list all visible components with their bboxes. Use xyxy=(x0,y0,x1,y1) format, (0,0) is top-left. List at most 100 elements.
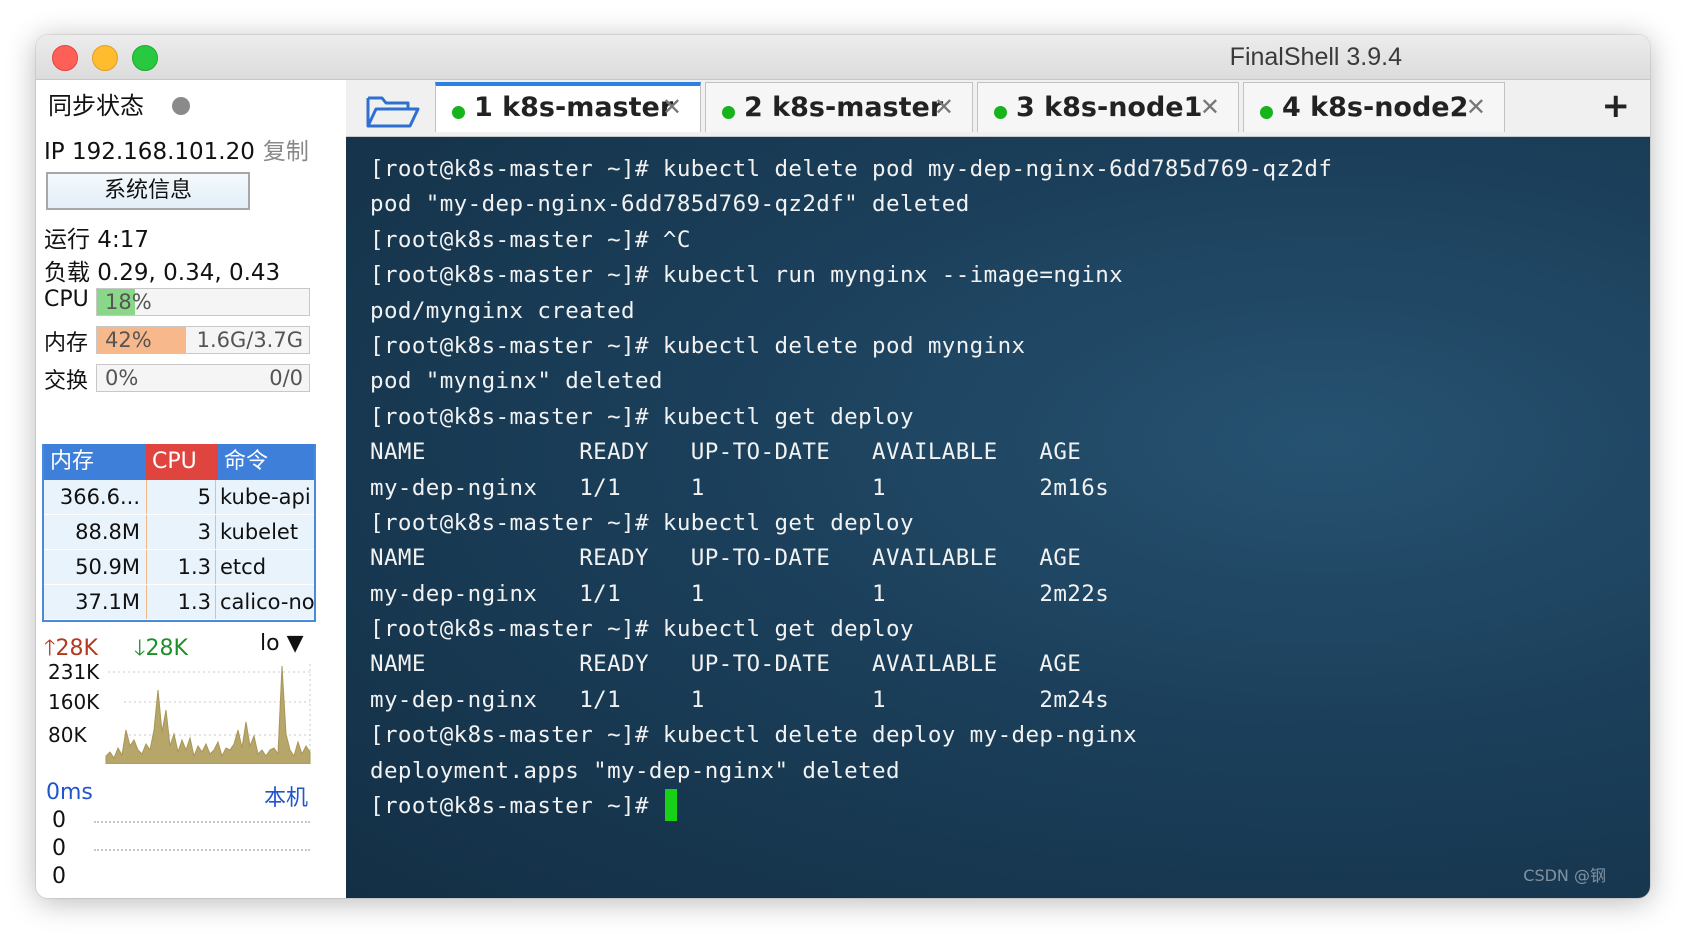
terminal-line: [root@k8s-master ~]# kubectl run mynginx… xyxy=(370,262,1124,289)
close-tab-icon[interactable]: ✕ xyxy=(934,93,954,121)
network-interface-value: lo xyxy=(260,631,280,656)
sort-by-command-header[interactable]: 命令 xyxy=(218,444,314,480)
swap-percent: 0% xyxy=(105,366,139,390)
zoom-window-button[interactable] xyxy=(132,45,158,71)
swap-detail: 0/0 xyxy=(269,366,303,390)
connected-status-icon xyxy=(722,106,735,119)
ping-latency: 0ms xyxy=(46,780,93,805)
sort-by-cpu-header[interactable]: CPU xyxy=(146,444,218,480)
process-command: kube-api xyxy=(220,485,311,509)
terminal-line: [root@k8s-master ~]# kubectl delete pod … xyxy=(370,156,1333,182)
terminal-line: [root@k8s-master ~]# kubectl get deploy xyxy=(370,509,914,536)
close-window-button[interactable] xyxy=(52,45,78,71)
minimize-window-button[interactable] xyxy=(92,45,118,71)
process-command: calico-no. xyxy=(220,590,314,614)
process-memory: 366.6... xyxy=(44,480,147,514)
ip-address: IP 192.168.101.20 xyxy=(44,139,255,165)
load-average-text: 负载 0.29, 0.34, 0.43 xyxy=(44,260,281,286)
terminal-line: pod/mynginx created xyxy=(370,297,635,324)
process-cpu: 3 xyxy=(147,515,216,549)
sync-status-indicator xyxy=(172,97,190,115)
process-command: etcd xyxy=(220,555,267,579)
sort-by-memory-header[interactable]: 内存 xyxy=(44,444,146,480)
connected-status-icon xyxy=(994,106,1007,119)
network-traffic-graph xyxy=(105,664,311,764)
upload-rate-value: 28K xyxy=(55,636,98,661)
sync-status-label: 同步状态 xyxy=(48,92,144,120)
tab-2-k8s-master[interactable]: 2 k8s-master ✕ xyxy=(705,82,973,132)
terminal-line: [root@k8s-master ~]# kubectl get deploy xyxy=(370,616,914,643)
memory-detail: 1.6G/3.7G xyxy=(196,328,303,352)
terminal-pane[interactable]: [root@k8s-master ~]# kubectl delete pod … xyxy=(346,137,1650,898)
terminal-line: [root@k8s-master ~]# xyxy=(370,788,1332,824)
terminal-line: [root@k8s-master ~]# ^C xyxy=(370,226,691,253)
terminal-line: my-dep-nginx 1/1 1 1 2m22s xyxy=(370,580,1110,607)
process-table-header: 内存 CPU 命令 xyxy=(44,444,314,480)
window-title: FinalShell 3.9.4 xyxy=(1229,43,1402,71)
process-memory: 88.8M xyxy=(44,515,147,549)
terminal-line: pod "mynginx" deleted xyxy=(370,368,663,395)
title-bar: FinalShell 3.9.4 xyxy=(36,35,1650,80)
terminal-line: my-dep-nginx 1/1 1 1 2m16s xyxy=(370,474,1110,501)
cpu-meter: 18% xyxy=(96,288,310,316)
process-row[interactable]: 366.6... 5 kube-api xyxy=(44,480,314,515)
copy-ip-link[interactable]: 复制 xyxy=(263,139,309,165)
tab-label: 4 k8s-node2 xyxy=(1282,92,1469,123)
process-table: 内存 CPU 命令 366.6... 5 kube-api 88.8M 3 ku… xyxy=(42,444,316,622)
process-row[interactable]: 88.8M 3 kubelet xyxy=(44,515,314,550)
ping-gridline xyxy=(94,849,310,851)
terminal-line: my-dep-nginx 1/1 1 1 2m24s xyxy=(370,686,1110,713)
tab-4-k8s-node2[interactable]: 4 k8s-node2 ✕ xyxy=(1243,82,1505,132)
download-rate-value: 28K xyxy=(145,636,188,661)
swap-meter: 0% 0/0 xyxy=(96,364,310,392)
close-tab-icon[interactable]: ✕ xyxy=(1200,93,1220,121)
memory-meter: 42% 1.6G/3.7G xyxy=(96,326,310,354)
ping-value: 0 xyxy=(52,864,66,889)
swap-label: 交换 xyxy=(44,369,89,394)
process-memory: 37.1M xyxy=(44,585,147,619)
system-info-button[interactable]: 系统信息 xyxy=(46,172,250,210)
cpu-percent: 18% xyxy=(105,290,152,314)
folder-open-icon xyxy=(366,96,420,128)
download-arrow-icon: 🡓 xyxy=(134,636,146,661)
close-tab-icon[interactable]: ✕ xyxy=(662,93,682,121)
tab-1-k8s-master[interactable]: 1 k8s-master ✕ xyxy=(435,82,701,132)
process-row[interactable]: 37.1M 1.3 calico-no. xyxy=(44,585,314,620)
connected-status-icon xyxy=(452,106,465,119)
upload-arrow-icon: 🡑 xyxy=(44,636,56,661)
tab-3-k8s-node1[interactable]: 3 k8s-node1 ✕ xyxy=(977,82,1239,132)
process-command: kubelet xyxy=(220,520,299,544)
ping-value: 0 xyxy=(52,836,66,861)
process-cpu: 1.3 xyxy=(147,550,216,584)
session-tab-bar: 1 k8s-master ✕ 2 k8s-master ✕ 3 k8s-node… xyxy=(346,80,1650,137)
terminal-line: NAME READY UP-TO-DATE AVAILABLE AGE xyxy=(370,545,1082,572)
finalshell-window: FinalShell 3.9.4 同步状态 IP 192.168.101.20 复… xyxy=(36,35,1650,898)
uptime-text: 运行 4:17 xyxy=(44,227,149,253)
terminal-line: [root@k8s-master ~]# kubectl delete depl… xyxy=(370,722,1138,749)
chevron-down-icon: ▼ xyxy=(286,631,304,656)
terminal-line: NAME READY UP-TO-DATE AVAILABLE AGE xyxy=(370,439,1082,466)
terminal-line: [root@k8s-master ~]# kubectl get deploy xyxy=(370,403,914,430)
open-session-manager-button[interactable] xyxy=(354,86,428,134)
network-interface-select[interactable]: lo ▼ xyxy=(260,631,304,656)
terminal-line: NAME READY UP-TO-DATE AVAILABLE AGE xyxy=(370,651,1082,678)
ping-target[interactable]: 本机 xyxy=(264,780,308,812)
ping-value: 0 xyxy=(52,808,66,833)
cpu-label: CPU xyxy=(44,287,89,312)
network-traffic-chart: 231K 160K 80K xyxy=(44,660,312,764)
process-memory: 50.9M xyxy=(44,550,147,584)
watermark: CSDN @钢 xyxy=(1523,866,1606,885)
monitor-sidebar: 同步状态 IP 192.168.101.20 复制 系统信息 运行 4:17 负载… xyxy=(36,80,346,898)
memory-percent: 42% xyxy=(105,328,152,352)
close-tab-icon[interactable]: ✕ xyxy=(1466,93,1486,121)
terminal-line: [root@k8s-master ~]# kubectl delete pod … xyxy=(370,332,1026,359)
terminal-line: pod "my-dep-nginx-6dd785d769-qz2df" dele… xyxy=(370,191,970,218)
process-row[interactable]: 50.9M 1.3 etcd xyxy=(44,550,314,585)
memory-label: 内存 xyxy=(44,331,89,356)
terminal-line: deployment.apps "my-dep-nginx" deleted xyxy=(370,757,900,784)
tab-label: 3 k8s-node1 xyxy=(1016,92,1203,123)
terminal-cursor xyxy=(664,788,677,821)
new-tab-button[interactable]: + xyxy=(1602,86,1631,126)
ip-address-row: IP 192.168.101.20 复制 xyxy=(44,132,309,166)
tab-label: 1 k8s-master xyxy=(474,92,674,123)
